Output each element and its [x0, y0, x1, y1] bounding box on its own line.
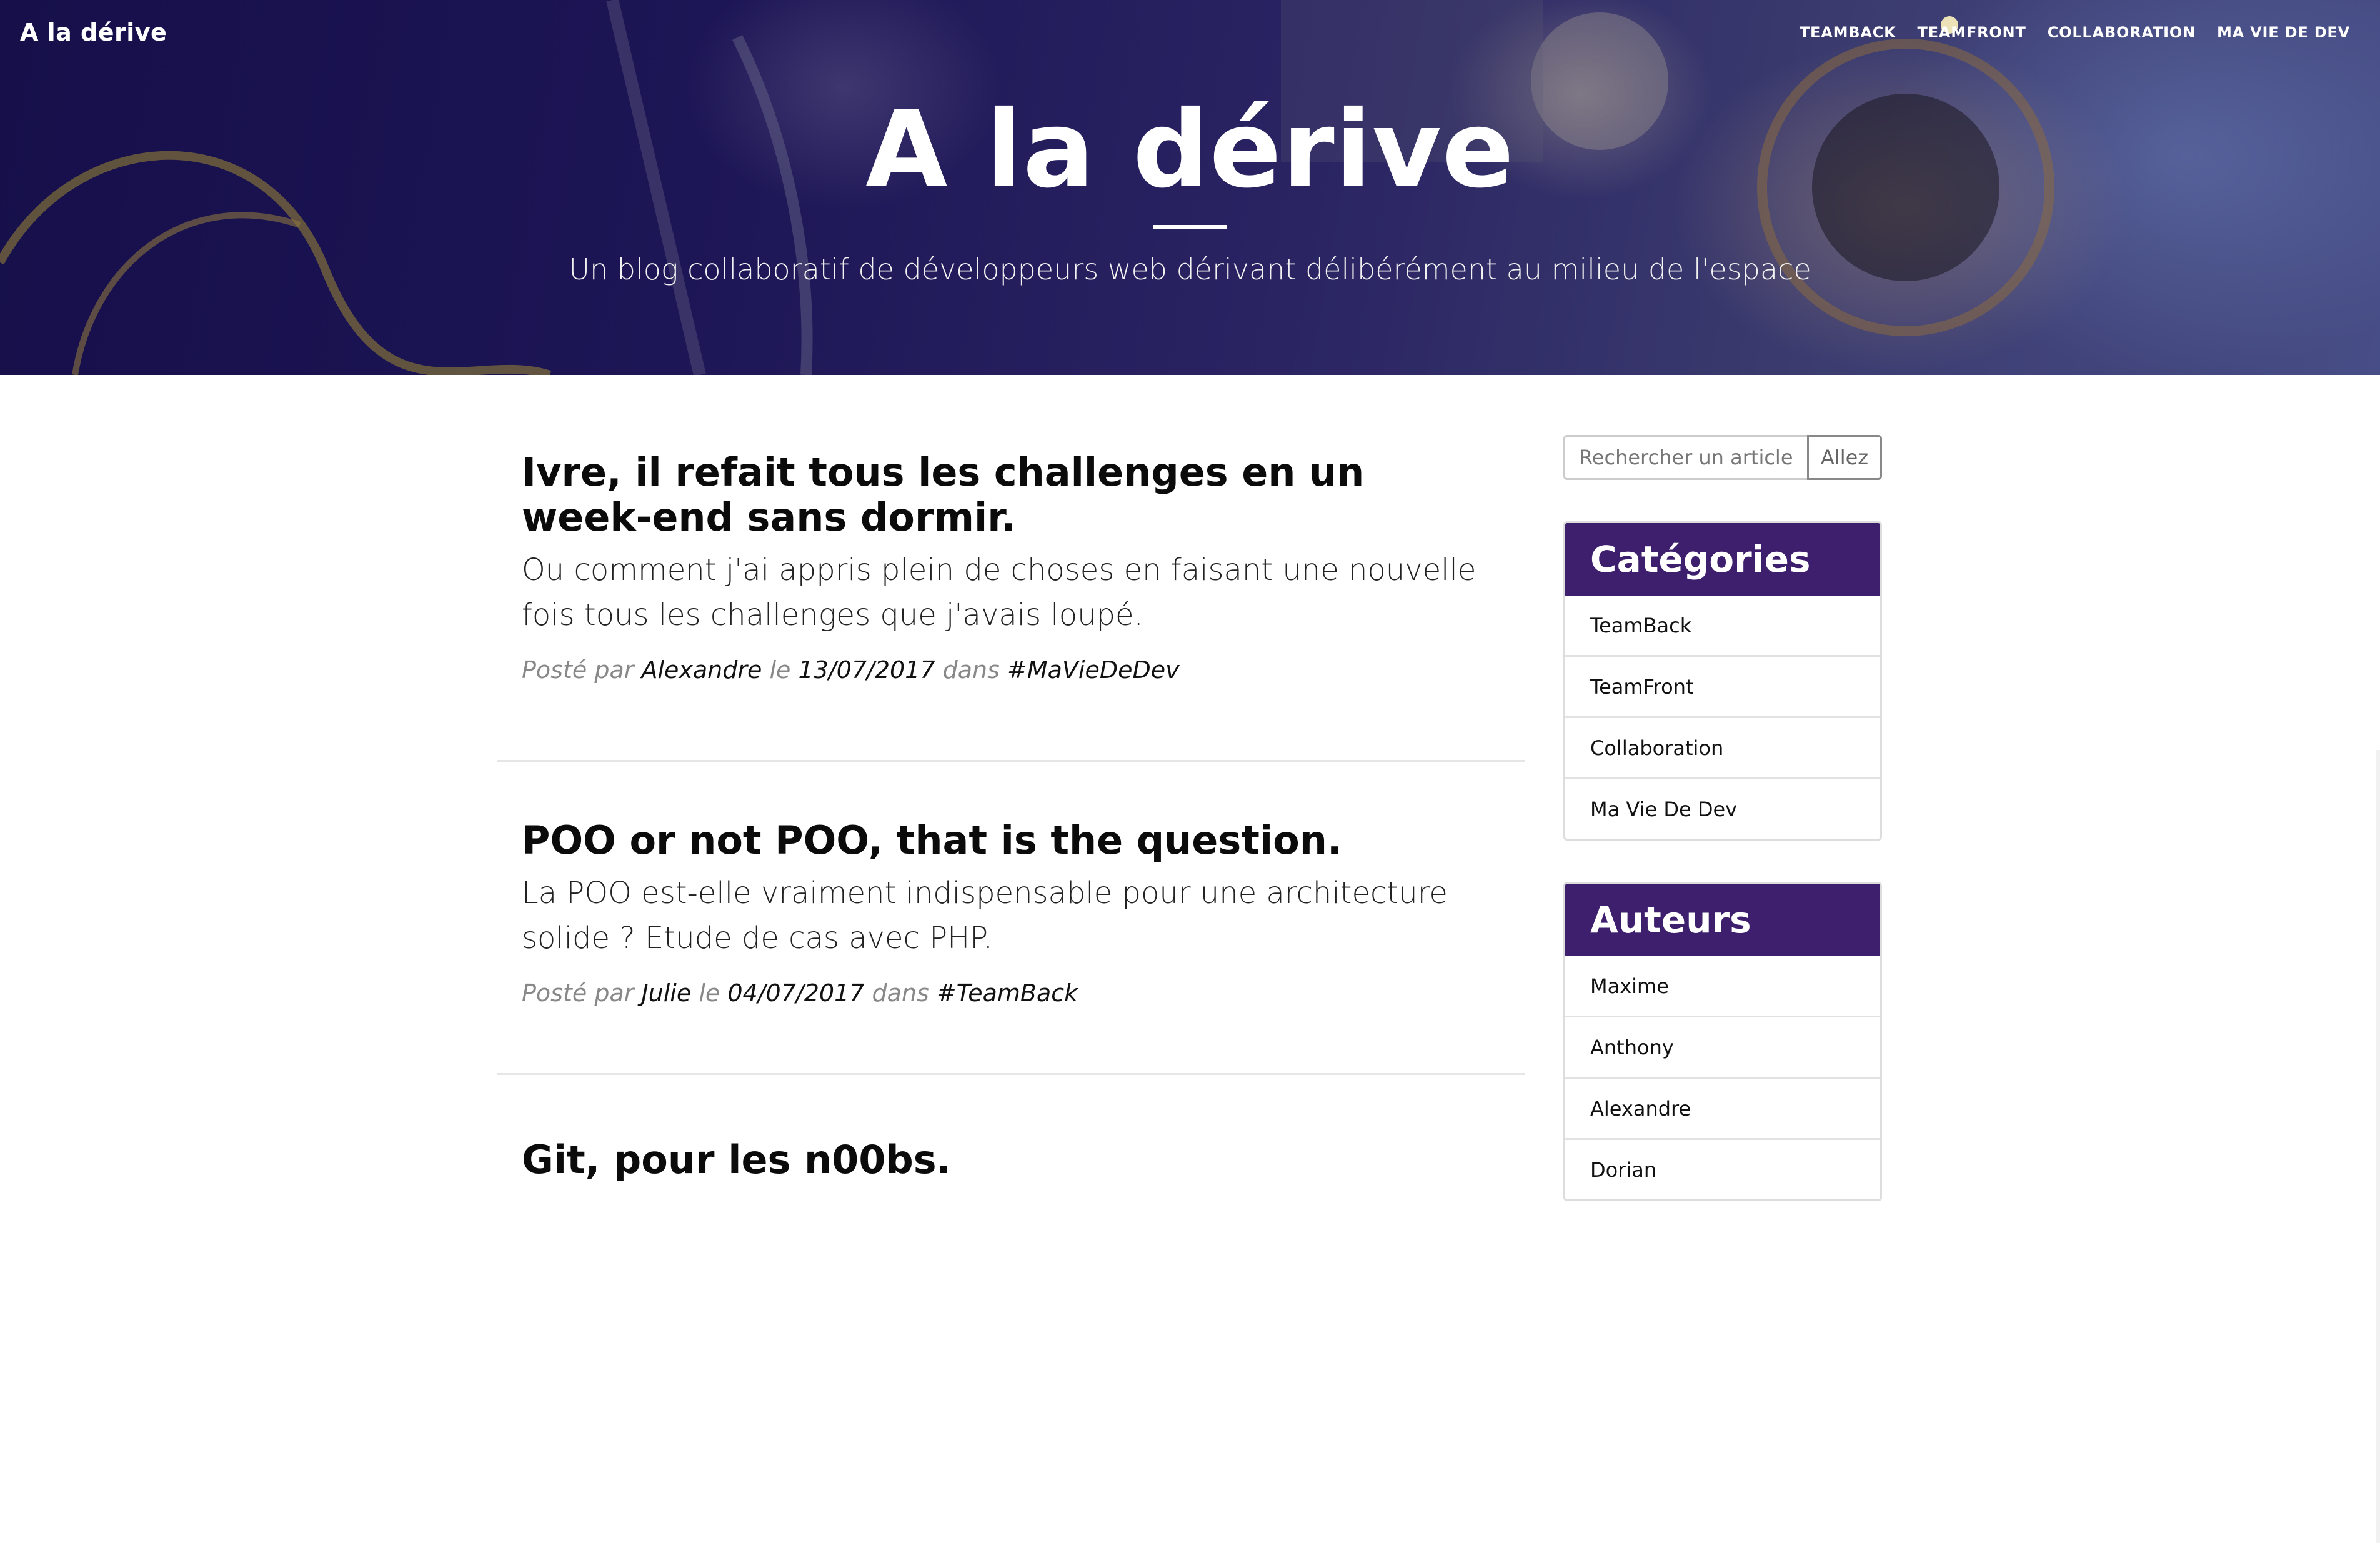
author-link-dorian[interactable]: Dorian [1565, 1158, 1656, 1182]
list-item: Ma Vie De Dev [1565, 777, 1880, 839]
list-item: Anthony [1565, 1016, 1880, 1077]
category-link-teamback[interactable]: TeamBack [1565, 614, 1691, 637]
post-list: Ivre, il refait tous les challenges en u… [497, 450, 1525, 1182]
post-title[interactable]: Ivre, il refait tous les challenges en u… [522, 450, 1500, 540]
search-input[interactable] [1563, 435, 1807, 480]
post-author-link[interactable]: Alexandre [641, 656, 762, 684]
post-author-link[interactable]: Julie [641, 979, 691, 1007]
authors-list: Maxime Anthony Alexandre Dorian [1565, 956, 1880, 1199]
nav-link-ma-vie-de-dev[interactable]: MA VIE DE DEV [2217, 24, 2350, 41]
post-meta: Posté par Alexandre le 13/07/2017 dans #… [522, 651, 1500, 689]
sidebar: Allez Catégories TeamBack TeamFront Coll… [1563, 435, 1882, 1201]
date-prefix: le [699, 979, 720, 1007]
post-link[interactable]: POO or not POO, that is the question. La… [522, 818, 1500, 961]
list-item: Maxime [1565, 956, 1880, 1016]
authors-card: Auteurs Maxime Anthony Alexandre Dorian [1563, 882, 1882, 1201]
category-link-ma-vie-de-dev[interactable]: Ma Vie De Dev [1565, 797, 1737, 821]
page-scrollbar[interactable] [2376, 750, 2380, 1543]
author-link-anthony[interactable]: Anthony [1565, 1036, 1674, 1059]
list-item: Collaboration [1565, 716, 1880, 777]
author-link-maxime[interactable]: Maxime [1565, 974, 1669, 998]
masthead: A la dérive TEAMBACK TEAMFRONT COLLABORA… [0, 0, 2380, 375]
post-category-link[interactable]: #TeamBack [937, 979, 1078, 1007]
post-meta: Posté par Julie le 04/07/2017 dans #Team… [522, 974, 1500, 1012]
post-subtitle[interactable]: La POO est-elle vraiment indispensable p… [522, 871, 1500, 961]
post-link[interactable]: Git, pour les n00bs. [522, 1137, 1500, 1182]
post-preview: Ivre, il refait tous les challenges en u… [497, 450, 1525, 762]
post-link[interactable]: Ivre, il refait tous les challenges en u… [522, 450, 1500, 637]
site-heading: A la dérive Un blog collaboratif de déve… [0, 87, 2380, 286]
author-link-alexandre[interactable]: Alexandre [1565, 1097, 1691, 1121]
post-preview: POO or not POO, that is the question. La… [497, 762, 1525, 1075]
post-title[interactable]: POO or not POO, that is the question. [522, 818, 1500, 863]
nav-link-teamfront[interactable]: TEAMFRONT [1918, 24, 2026, 41]
search-button[interactable]: Allez [1807, 435, 1882, 480]
list-item: Alexandre [1565, 1077, 1880, 1138]
category-prefix: dans [872, 979, 929, 1007]
list-item: TeamBack [1565, 596, 1880, 655]
nav-link-collaboration[interactable]: COLLABORATION [2048, 24, 2196, 41]
post-category-link[interactable]: #MaVieDeDev [1007, 656, 1180, 684]
list-item: Dorian [1565, 1138, 1880, 1199]
authors-title: Auteurs [1565, 884, 1880, 956]
categories-list: TeamBack TeamFront Collaboration Ma Vie … [1565, 596, 1880, 839]
categories-title: Catégories [1565, 523, 1880, 596]
category-link-collaboration[interactable]: Collaboration [1565, 736, 1723, 760]
post-subtitle[interactable]: Ou comment j'ai appris plein de choses e… [522, 547, 1500, 637]
list-item: TeamFront [1565, 655, 1880, 716]
site-subtitle: Un blog collaboratif de développeurs web… [569, 252, 1811, 286]
nav-brand[interactable]: A la dérive [20, 19, 167, 46]
post-date-link[interactable]: 04/07/2017 [727, 979, 864, 1007]
site-title: A la dérive [865, 88, 1515, 212]
title-divider [1153, 225, 1227, 229]
search-form: Allez [1563, 435, 1882, 480]
categories-card: Catégories TeamBack TeamFront Collaborat… [1563, 521, 1882, 841]
category-prefix: dans [942, 656, 1000, 684]
post-preview: Git, pour les n00bs. [497, 1075, 1525, 1182]
posted-by-label: Posté par [522, 979, 634, 1007]
post-title[interactable]: Git, pour les n00bs. [522, 1137, 1500, 1182]
nav-link-teamback[interactable]: TEAMBACK [1800, 24, 1896, 41]
date-prefix: le [769, 656, 791, 684]
post-date-link[interactable]: 13/07/2017 [799, 656, 935, 684]
category-link-teamfront[interactable]: TeamFront [1565, 675, 1694, 699]
main-content: Ivre, il refait tous les challenges en u… [0, 375, 2380, 1543]
main-nav: TEAMBACK TEAMFRONT COLLABORATION MA VIE … [1800, 24, 2350, 41]
posted-by-label: Posté par [522, 656, 634, 684]
